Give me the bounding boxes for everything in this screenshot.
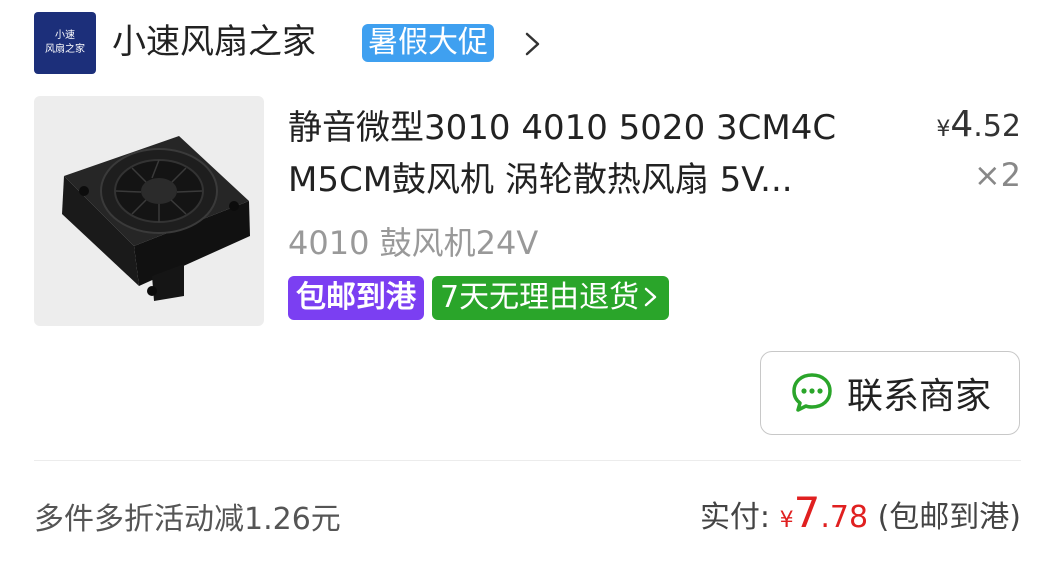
product-variant: 4010 鼓风机24V: [288, 224, 539, 262]
contact-seller-label: 联系商家: [846, 376, 991, 417]
free-shipping-tag: 包邮到港: [288, 276, 424, 320]
product-title-line1: 静音微型3010 4010 5020 3CM4C: [288, 108, 837, 148]
amount-paid-label: 实付:: [699, 500, 780, 535]
amount-currency: ¥: [779, 508, 794, 533]
return-policy-label: 7天无理由退货: [440, 280, 640, 315]
amount-note: (包邮到港): [868, 500, 1021, 535]
price-decimal: .52: [973, 109, 1021, 144]
amount-paid: 实付: ¥7.78 (包邮到港): [700, 488, 1021, 537]
amount-integer: 7: [793, 488, 821, 537]
product-title[interactable]: 静音微型3010 4010 5020 3CM4C M5CM鼓风机 涡轮散热风扇 …: [288, 102, 898, 206]
store-header[interactable]: 小速 风扇之家 小速风扇之家 暑假大促: [0, 0, 1055, 95]
service-tags: 包邮到港 7天无理由退货: [288, 276, 670, 320]
price-integer: 4: [950, 104, 974, 145]
order-item-card: 静音微型3010 4010 5020 3CM4C M5CM鼓风机 涡轮散热风扇 …: [0, 96, 1055, 569]
price-currency: ¥: [936, 117, 951, 142]
amount-decimal: .78: [820, 500, 869, 535]
divider: [34, 460, 1021, 461]
chevron-right-icon[interactable]: [518, 26, 548, 62]
store-logo[interactable]: 小速 风扇之家: [34, 12, 96, 74]
store-logo-line1: 小速: [55, 30, 75, 41]
contact-seller-button[interactable]: 联系商家: [760, 351, 1020, 435]
quantity: ×2: [973, 156, 1021, 194]
chat-bubble-icon: [792, 373, 832, 412]
unit-price: ¥4.52: [936, 104, 1021, 145]
product-title-line2: M5CM鼓风机 涡轮散热风扇 5V...: [288, 160, 793, 200]
promo-badge: 暑假大促: [362, 24, 494, 62]
product-image[interactable]: [34, 96, 264, 326]
store-logo-line2: 风扇之家: [45, 44, 85, 55]
fan-image: [62, 136, 250, 301]
store-name[interactable]: 小速风扇之家: [112, 20, 316, 64]
discount-info: 多件多折活动减1.26元: [34, 502, 341, 537]
return-policy-tag[interactable]: 7天无理由退货: [432, 276, 670, 320]
chevron-right-icon: [644, 287, 657, 307]
